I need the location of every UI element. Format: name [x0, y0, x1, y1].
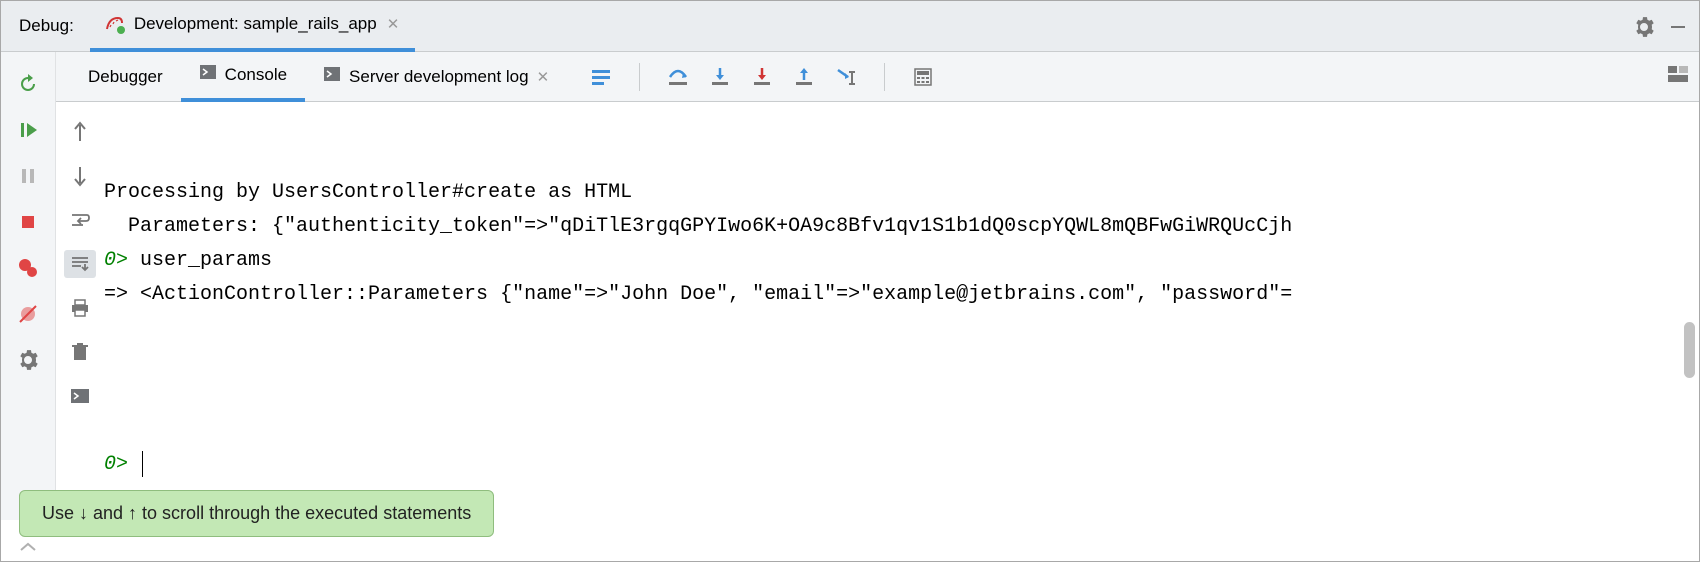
layout-settings-icon[interactable] [1667, 65, 1689, 88]
hint-tooltip: Use ↓ and ↑ to scroll through the execut… [19, 490, 494, 537]
run-config-tab-label: Development: sample_rails_app [134, 14, 377, 34]
console-line [104, 414, 1699, 448]
history-up-button[interactable] [64, 118, 96, 146]
console-line: 0> user_params [104, 244, 1699, 278]
console-icon [199, 63, 217, 86]
rails-icon [104, 13, 126, 35]
debug-label: Debug: [1, 16, 90, 36]
close-icon[interactable]: ✕ [537, 68, 550, 86]
stop-button[interactable] [12, 208, 44, 236]
rerun-button[interactable] [12, 70, 44, 98]
collapse-icon[interactable] [17, 541, 39, 557]
clear-all-button[interactable] [64, 338, 96, 366]
console-line: 0> [104, 448, 1699, 482]
history-down-button[interactable] [64, 162, 96, 190]
debug-tabs-toolbar: Debugger Console Server [56, 52, 1699, 102]
print-button[interactable] [64, 294, 96, 322]
divider [884, 63, 885, 91]
debug-tool-window-header: Debug: Development: sample_rails_app ✕ [1, 1, 1699, 52]
text-cursor [142, 451, 143, 477]
gear-icon[interactable] [1633, 16, 1655, 38]
run-config-tab[interactable]: Development: sample_rails_app ✕ [90, 1, 415, 52]
console-icon [323, 65, 341, 88]
mute-breakpoints-button[interactable] [12, 300, 44, 328]
minimize-icon[interactable] [1667, 16, 1689, 38]
resume-button[interactable] [12, 116, 44, 144]
run-to-cursor-button[interactable] [832, 63, 860, 91]
console-line [104, 346, 1699, 380]
divider [639, 63, 640, 91]
step-over-button[interactable] [664, 63, 692, 91]
console-line: Processing by UsersController#create as … [104, 176, 1699, 210]
new-console-button[interactable] [64, 382, 96, 410]
console-line [104, 312, 1699, 346]
step-out-button[interactable] [790, 63, 818, 91]
console-toolbar [56, 102, 104, 556]
force-step-into-button[interactable] [748, 63, 776, 91]
settings-button[interactable] [12, 346, 44, 374]
console-line: Parameters: {"authenticity_token"=>"qDiT… [104, 210, 1699, 244]
view-breakpoints-button[interactable] [12, 254, 44, 282]
show-execution-point-button[interactable] [587, 63, 615, 91]
tab-console[interactable]: Console [181, 52, 305, 102]
evaluate-expression-button[interactable] [909, 63, 937, 91]
console-line [104, 380, 1699, 414]
run-toolbar [1, 52, 56, 520]
scroll-to-end-button[interactable] [64, 250, 96, 278]
step-into-button[interactable] [706, 63, 734, 91]
soft-wrap-button[interactable] [64, 206, 96, 234]
tab-label: Server development log [349, 67, 529, 87]
close-icon[interactable]: ✕ [385, 13, 402, 35]
tab-server-log[interactable]: Server development log ✕ [305, 52, 567, 102]
hint-text: Use ↓ and ↑ to scroll through the execut… [42, 503, 471, 523]
tab-debugger[interactable]: Debugger [70, 52, 181, 102]
scrollbar-thumb[interactable] [1684, 322, 1695, 378]
pause-button[interactable] [12, 162, 44, 190]
tab-label: Debugger [88, 67, 163, 87]
tab-label: Console [225, 65, 287, 85]
console-output[interactable]: Processing by UsersController#create as … [104, 102, 1699, 556]
console-line: => <ActionController::Parameters {"name"… [104, 278, 1699, 312]
